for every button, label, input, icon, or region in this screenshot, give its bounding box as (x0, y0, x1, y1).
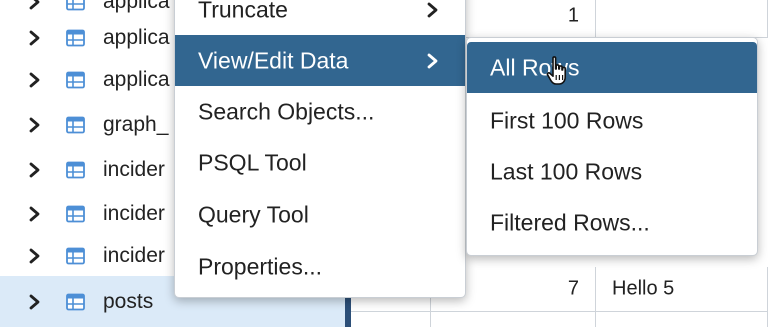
tree-item-label: incider (103, 201, 165, 225)
table-icon (66, 247, 85, 264)
context-menu: Truncate View/Edit Data Search Objects..… (174, 0, 466, 298)
menu-item-label: Properties... (198, 253, 322, 279)
menu-item-view-edit-data[interactable]: View/Edit Data (175, 35, 465, 86)
menu-item-label: Query Tool (198, 201, 309, 227)
hand-pointer-icon (545, 55, 573, 87)
chevron-right-icon[interactable] (28, 205, 42, 223)
chevron-right-icon[interactable] (28, 116, 42, 134)
chevron-right-icon (426, 52, 440, 70)
tree-item-label: incider (103, 243, 165, 267)
submenu-item-label: First 100 Rows (490, 107, 644, 133)
chevron-right-icon[interactable] (28, 71, 42, 89)
chevron-right-icon (426, 1, 440, 19)
view-edit-data-submenu: All Rows First 100 Rows Last 100 Rows Fi… (466, 37, 758, 256)
grid-cell-text[interactable] (596, 312, 768, 327)
submenu-item-last-100-rows[interactable]: Last 100 Rows (467, 146, 757, 197)
tree-item-label: applica (103, 67, 170, 91)
table-icon (66, 116, 85, 133)
chevron-right-icon[interactable] (28, 161, 42, 179)
chevron-right-icon[interactable] (28, 29, 42, 47)
table-icon (66, 293, 85, 310)
menu-item-query-tool[interactable]: Query Tool (175, 189, 465, 240)
tree-item-label: incider (103, 157, 165, 181)
chevron-right-icon[interactable] (28, 293, 42, 311)
table-icon (66, 71, 85, 88)
menu-item-properties[interactable]: Properties... (175, 241, 465, 292)
cell-value: 1 (567, 4, 579, 27)
table-icon (66, 205, 85, 222)
submenu-item-filtered-rows[interactable]: Filtered Rows... (467, 197, 757, 248)
menu-item-truncate[interactable]: Truncate (175, 0, 465, 35)
table-icon (66, 0, 85, 10)
grid-cell-id[interactable] (431, 312, 596, 327)
cell-value: Hello 5 (612, 277, 675, 300)
tree-item-label: posts (103, 289, 154, 313)
menu-item-search-objects[interactable]: Search Objects... (175, 86, 465, 137)
menu-item-label: Search Objects... (198, 98, 375, 124)
cell-value: 7 (567, 277, 579, 300)
menu-item-label: Truncate (198, 0, 288, 22)
submenu-item-label: Filtered Rows... (490, 209, 650, 235)
grid-cell-text[interactable] (596, 0, 768, 38)
submenu-item-all-rows[interactable]: All Rows (467, 42, 757, 93)
row-header-cell[interactable] (351, 312, 431, 327)
submenu-item-first-100-rows[interactable]: First 100 Rows (467, 95, 757, 146)
menu-item-label: PSQL Tool (198, 149, 307, 175)
submenu-item-label: Last 100 Rows (490, 158, 643, 184)
table-icon (66, 161, 85, 178)
menu-item-label: View/Edit Data (198, 47, 349, 73)
tree-item-label: graph_ (103, 112, 169, 136)
grid-cell-text[interactable]: Hello 5 (596, 267, 768, 312)
chevron-right-icon[interactable] (28, 247, 42, 265)
tree-item-label: applica (103, 25, 170, 49)
menu-item-psql-tool[interactable]: PSQL Tool (175, 137, 465, 188)
chevron-right-icon[interactable] (28, 0, 42, 11)
table-icon (66, 29, 85, 46)
